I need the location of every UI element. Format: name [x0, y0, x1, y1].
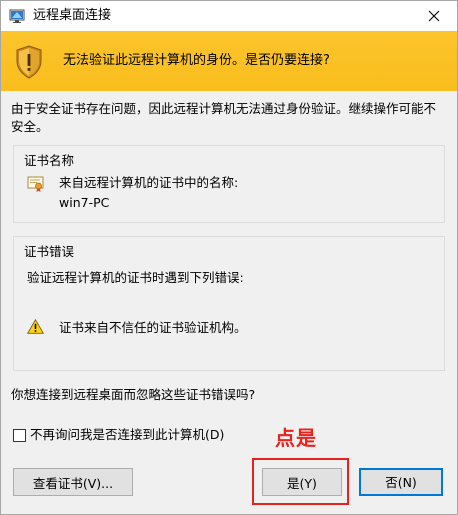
group-title-cert-name: 证书名称 [24, 153, 75, 168]
dont-ask-again-checkbox[interactable] [13, 428, 26, 442]
certificate-host-name: win7-PC [59, 195, 110, 210]
no-button[interactable]: 否(N) [359, 468, 443, 496]
window-title: 远程桌面连接 [33, 8, 112, 23]
rdp-dialog-window: 远程桌面连接 无法验证此远程计算机的身份。是否仍要连接? 由于安全证书存在问题，… [0, 0, 458, 515]
close-button[interactable] [411, 1, 457, 31]
close-icon [428, 7, 440, 26]
certificate-icon [27, 175, 45, 193]
remote-desktop-icon [9, 8, 25, 24]
yes-button[interactable]: 是(Y) [262, 468, 342, 496]
connect-question: 你想连接到远程桌面而忽略这些证书错误吗? [11, 387, 256, 402]
group-title-cert-errors: 证书错误 [24, 244, 75, 259]
warning-banner: 无法验证此远程计算机的身份。是否仍要连接? [1, 31, 457, 91]
banner-message: 无法验证此远程计算机的身份。是否仍要连接? [63, 53, 330, 68]
warning-triangle-icon [26, 318, 45, 334]
title-bar: 远程桌面连接 [1, 1, 457, 31]
click-yes-annotation: 点是 [275, 426, 317, 450]
dont-ask-again-checkbox-row[interactable]: 不再询问我是否连接到此计算机(D) [13, 427, 224, 443]
shield-warning-icon [15, 45, 43, 79]
view-certificate-button[interactable]: 查看证书(V)... [13, 468, 133, 496]
certificate-name-label: 来自远程计算机的证书中的名称: [59, 175, 239, 190]
certificate-name-group: 证书名称 来自远程计算机的证书中的名称: win7-PC [13, 145, 445, 223]
certificate-error-group: 证书错误 验证远程计算机的证书时遇到下列错误: 证书来自不信任的证书验证机构。 [13, 236, 445, 371]
certificate-error-intro: 验证远程计算机的证书时遇到下列错误: [27, 270, 244, 285]
certificate-error-item: 证书来自不信任的证书验证机构。 [59, 320, 247, 335]
security-description: 由于安全证书存在问题，因此远程计算机无法通过身份验证。继续操作可能不安全。 [11, 101, 437, 134]
dont-ask-again-label[interactable]: 不再询问我是否连接到此计算机(D) [30, 427, 224, 443]
